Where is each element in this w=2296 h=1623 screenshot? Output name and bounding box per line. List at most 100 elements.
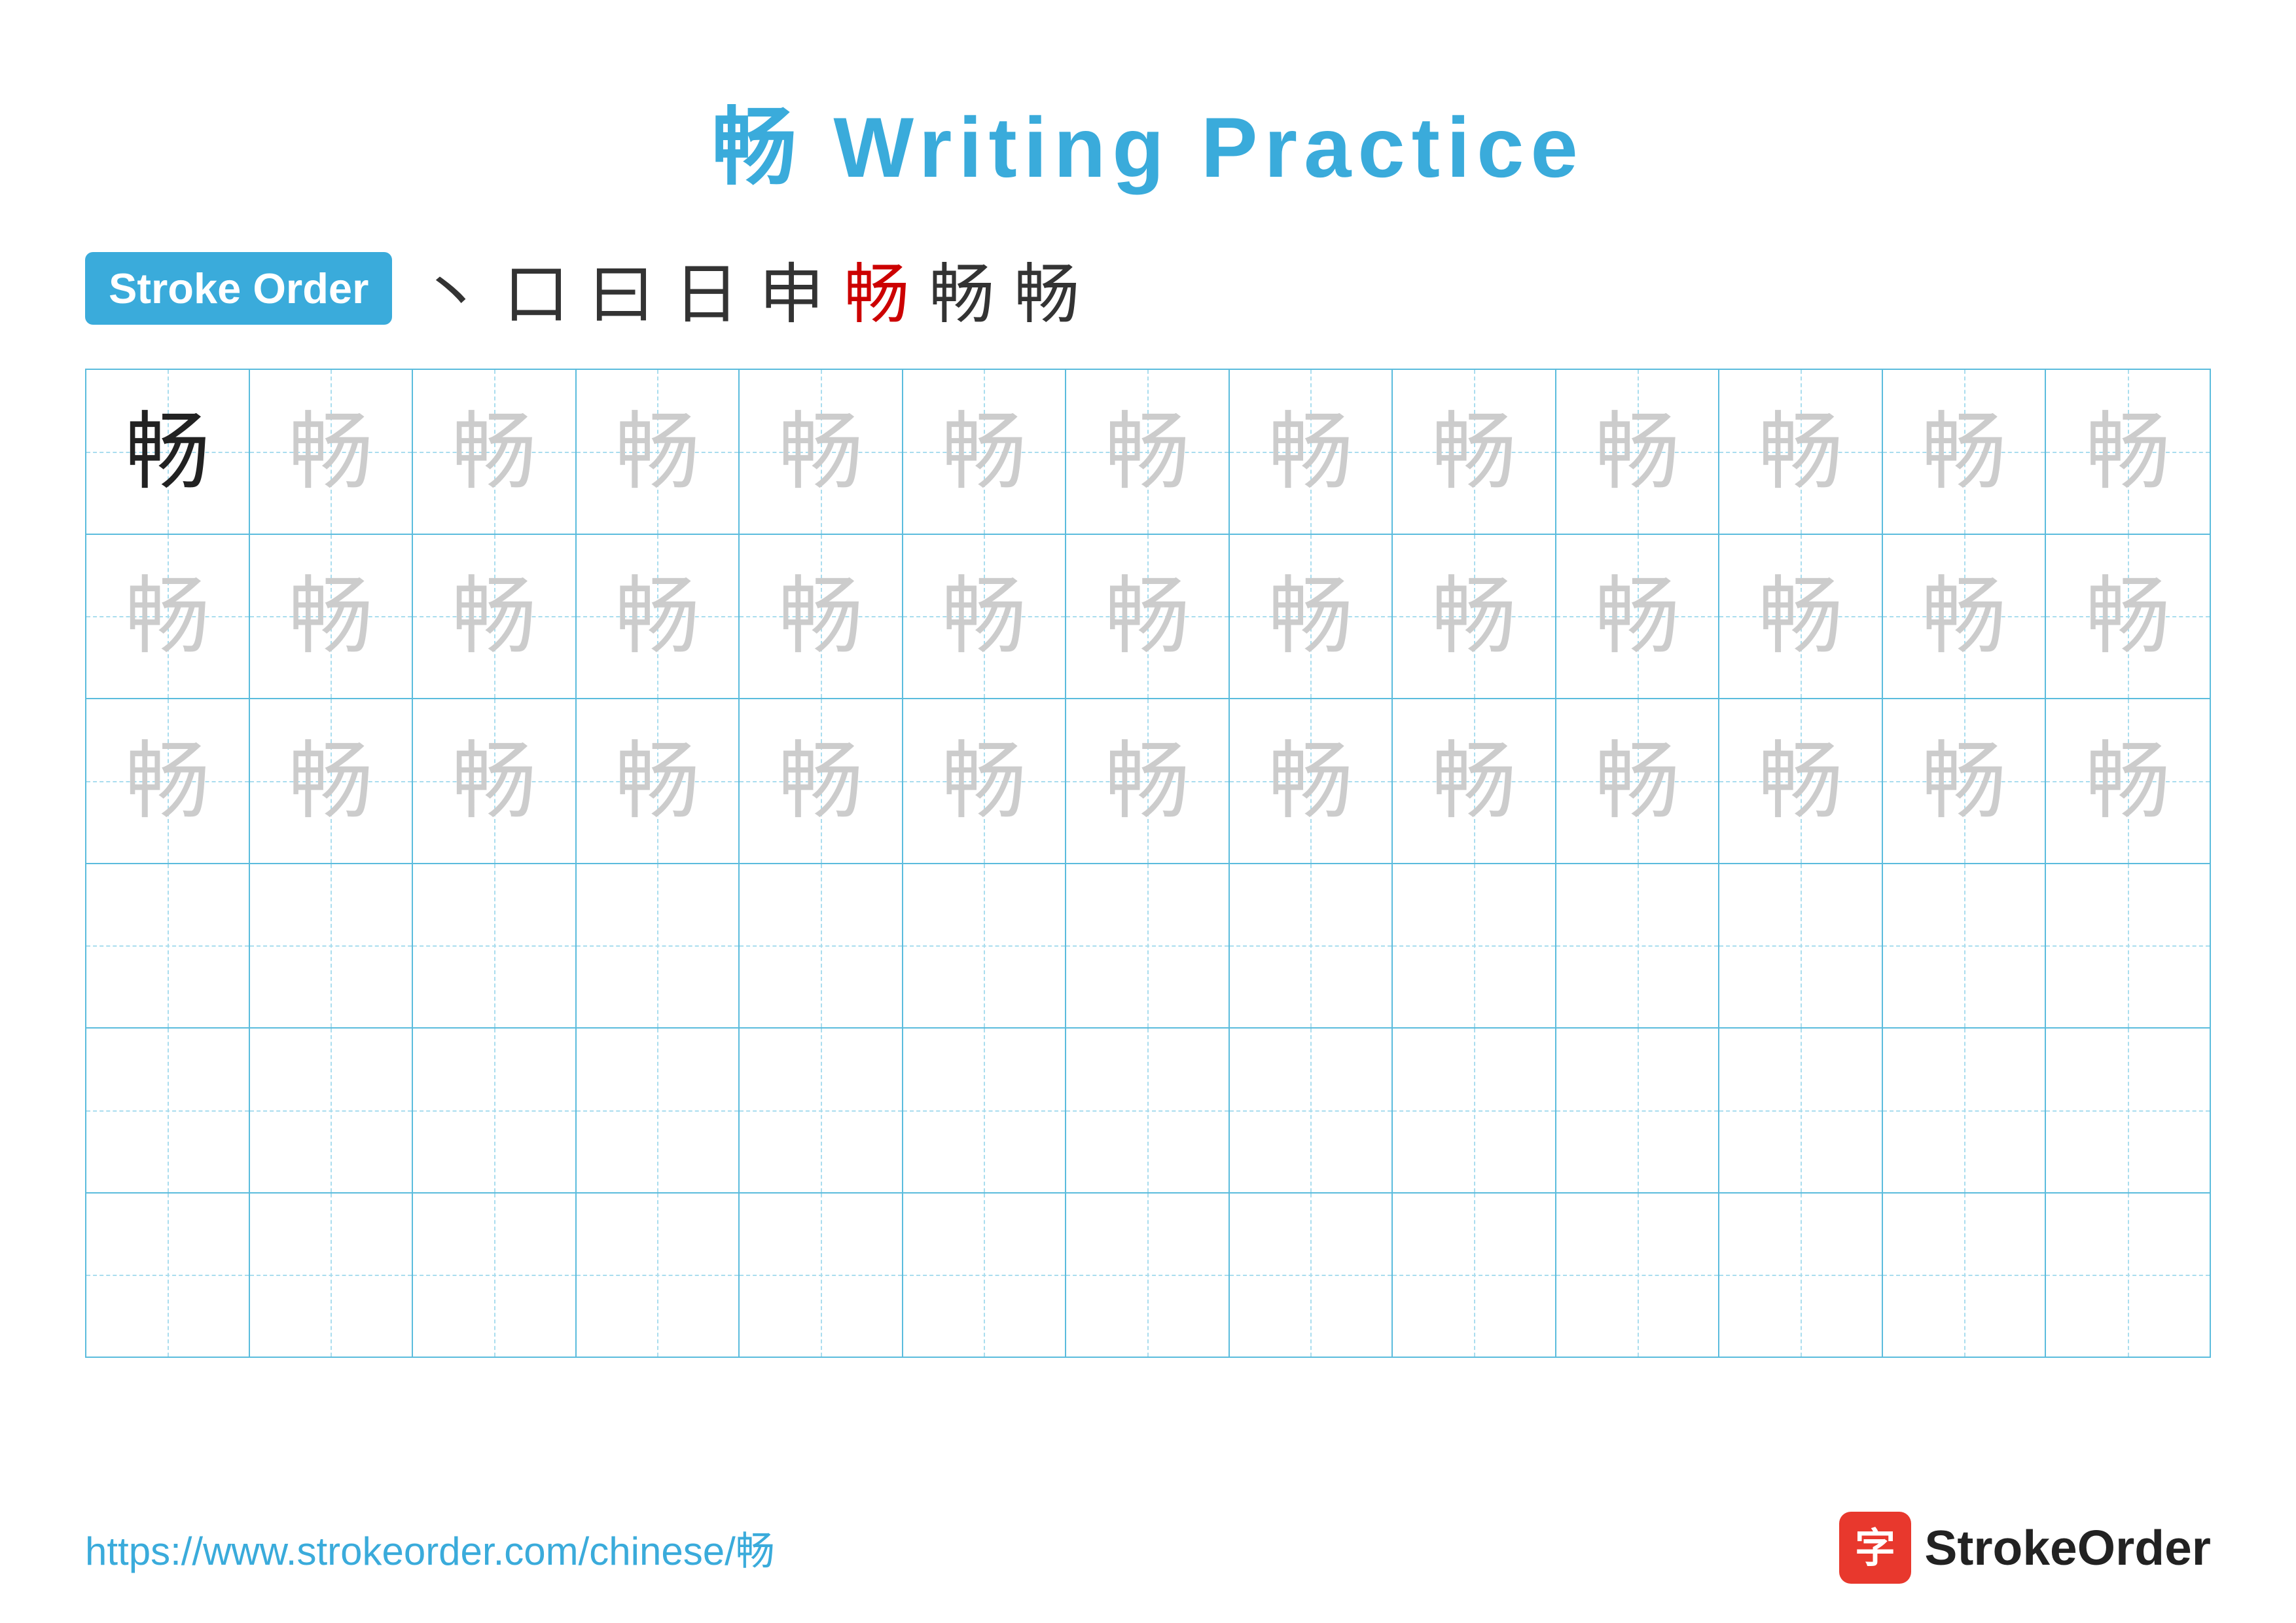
grid-row-5 [86, 1029, 2210, 1194]
grid-cell[interactable]: 畅 [413, 370, 577, 534]
grid-cell[interactable] [86, 1194, 250, 1357]
grid-cell[interactable]: 畅 [413, 699, 577, 863]
grid-cell[interactable]: 畅 [740, 535, 903, 699]
grid-cell[interactable] [1556, 1029, 1720, 1192]
practice-char: 畅 [941, 574, 1026, 659]
grid-cell[interactable] [1883, 864, 2047, 1028]
grid-cell[interactable] [740, 1029, 903, 1192]
grid-cell[interactable]: 畅 [1556, 699, 1720, 863]
grid-cell[interactable]: 畅 [250, 535, 414, 699]
practice-char: 畅 [1922, 574, 2007, 659]
grid-cell[interactable] [903, 1194, 1067, 1357]
grid-cell[interactable] [250, 864, 414, 1028]
grid-cell[interactable] [740, 1194, 903, 1357]
stroke-order-badge: Stroke Order [85, 252, 392, 325]
practice-char: 畅 [1595, 409, 1680, 494]
grid-cell[interactable]: 畅 [1883, 370, 2047, 534]
grid-cell[interactable] [1883, 1194, 2047, 1357]
logo-svg: 字 [1849, 1522, 1901, 1574]
stroke-sequence: 丶 口 曰 日 申 畅 畅 畅 [418, 241, 1079, 336]
grid-row-1: 畅 畅 畅 畅 畅 畅 畅 畅 畅 畅 畅 畅 畅 [86, 370, 2210, 535]
grid-cell[interactable] [1719, 864, 1883, 1028]
grid-cell[interactable]: 畅 [86, 535, 250, 699]
grid-cell[interactable]: 畅 [1230, 535, 1393, 699]
grid-cell[interactable]: 畅 [1719, 535, 1883, 699]
grid-cell[interactable]: 畅 [250, 370, 414, 534]
grid-cell[interactable]: 畅 [1066, 370, 1230, 534]
grid-cell[interactable]: 畅 [903, 535, 1067, 699]
grid-cell[interactable]: 畅 [577, 535, 740, 699]
grid-cell[interactable]: 畅 [1393, 535, 1556, 699]
practice-char: 畅 [1595, 574, 1680, 659]
grid-cell[interactable] [1066, 1194, 1230, 1357]
grid-cell[interactable] [1556, 1194, 1720, 1357]
grid-cell[interactable] [86, 1029, 250, 1192]
stroke-3: 曰 [588, 241, 654, 336]
grid-cell[interactable]: 畅 [1393, 699, 1556, 863]
grid-cell[interactable]: 畅 [1066, 535, 1230, 699]
grid-cell[interactable]: 畅 [2046, 699, 2210, 863]
grid-cell[interactable]: 畅 [1883, 699, 2047, 863]
grid-cell[interactable]: 畅 [1719, 699, 1883, 863]
grid-cell[interactable] [740, 864, 903, 1028]
grid-cell[interactable] [2046, 1194, 2210, 1357]
grid-cell[interactable] [577, 1029, 740, 1192]
grid-cell[interactable]: 畅 [2046, 370, 2210, 534]
grid-cell[interactable] [413, 1029, 577, 1192]
practice-char: 畅 [1268, 739, 1353, 824]
grid-cell[interactable] [2046, 864, 2210, 1028]
grid-cell[interactable] [577, 864, 740, 1028]
grid-cell[interactable]: 畅 [740, 699, 903, 863]
grid-cell[interactable] [1230, 1194, 1393, 1357]
grid-row-4 [86, 864, 2210, 1029]
grid-cell[interactable] [903, 1029, 1067, 1192]
grid-cell[interactable] [1393, 864, 1556, 1028]
practice-char: 畅 [288, 739, 373, 824]
grid-cell[interactable] [1393, 1029, 1556, 1192]
grid-cell[interactable] [1230, 1029, 1393, 1192]
grid-cell[interactable]: 畅 [1556, 535, 1720, 699]
grid-cell[interactable] [1719, 1029, 1883, 1192]
grid-cell[interactable]: 畅 [413, 535, 577, 699]
practice-char: 畅 [778, 739, 863, 824]
practice-char: 畅 [125, 574, 210, 659]
grid-cell[interactable]: 畅 [740, 370, 903, 534]
grid-cell[interactable]: 畅 [250, 699, 414, 863]
grid-cell[interactable]: 畅 [1719, 370, 1883, 534]
grid-cell[interactable]: 畅 [903, 370, 1067, 534]
grid-cell[interactable] [413, 864, 577, 1028]
grid-cell[interactable] [86, 864, 250, 1028]
grid-cell[interactable]: 畅 [86, 370, 250, 534]
grid-cell[interactable]: 畅 [577, 699, 740, 863]
practice-char: 畅 [1758, 574, 1843, 659]
grid-cell[interactable] [250, 1029, 414, 1192]
grid-cell[interactable] [250, 1194, 414, 1357]
grid-cell[interactable] [1556, 864, 1720, 1028]
grid-cell[interactable] [577, 1194, 740, 1357]
grid-cell[interactable] [1883, 1029, 2047, 1192]
practice-char: 畅 [1922, 409, 2007, 494]
footer-url[interactable]: https://www.strokeorder.com/chinese/畅 [85, 1520, 775, 1577]
grid-cell[interactable]: 畅 [1230, 699, 1393, 863]
grid-cell[interactable]: 畅 [2046, 535, 2210, 699]
stroke-7: 畅 [929, 241, 994, 336]
grid-cell[interactable] [1719, 1194, 1883, 1357]
practice-char: 畅 [1105, 739, 1190, 824]
grid-cell[interactable] [903, 864, 1067, 1028]
grid-cell[interactable]: 畅 [1556, 370, 1720, 534]
grid-cell[interactable] [1393, 1194, 1556, 1357]
practice-char: 畅 [1105, 574, 1190, 659]
grid-cell[interactable]: 畅 [577, 370, 740, 534]
grid-cell[interactable] [1066, 864, 1230, 1028]
grid-cell[interactable]: 畅 [1230, 370, 1393, 534]
grid-cell[interactable]: 畅 [1393, 370, 1556, 534]
grid-cell[interactable] [1230, 864, 1393, 1028]
grid-cell[interactable] [1066, 1029, 1230, 1192]
practice-char: 畅 [452, 574, 537, 659]
grid-cell[interactable]: 畅 [1066, 699, 1230, 863]
grid-cell[interactable] [2046, 1029, 2210, 1192]
grid-cell[interactable] [413, 1194, 577, 1357]
grid-cell[interactable]: 畅 [903, 699, 1067, 863]
grid-cell[interactable]: 畅 [86, 699, 250, 863]
grid-cell[interactable]: 畅 [1883, 535, 2047, 699]
